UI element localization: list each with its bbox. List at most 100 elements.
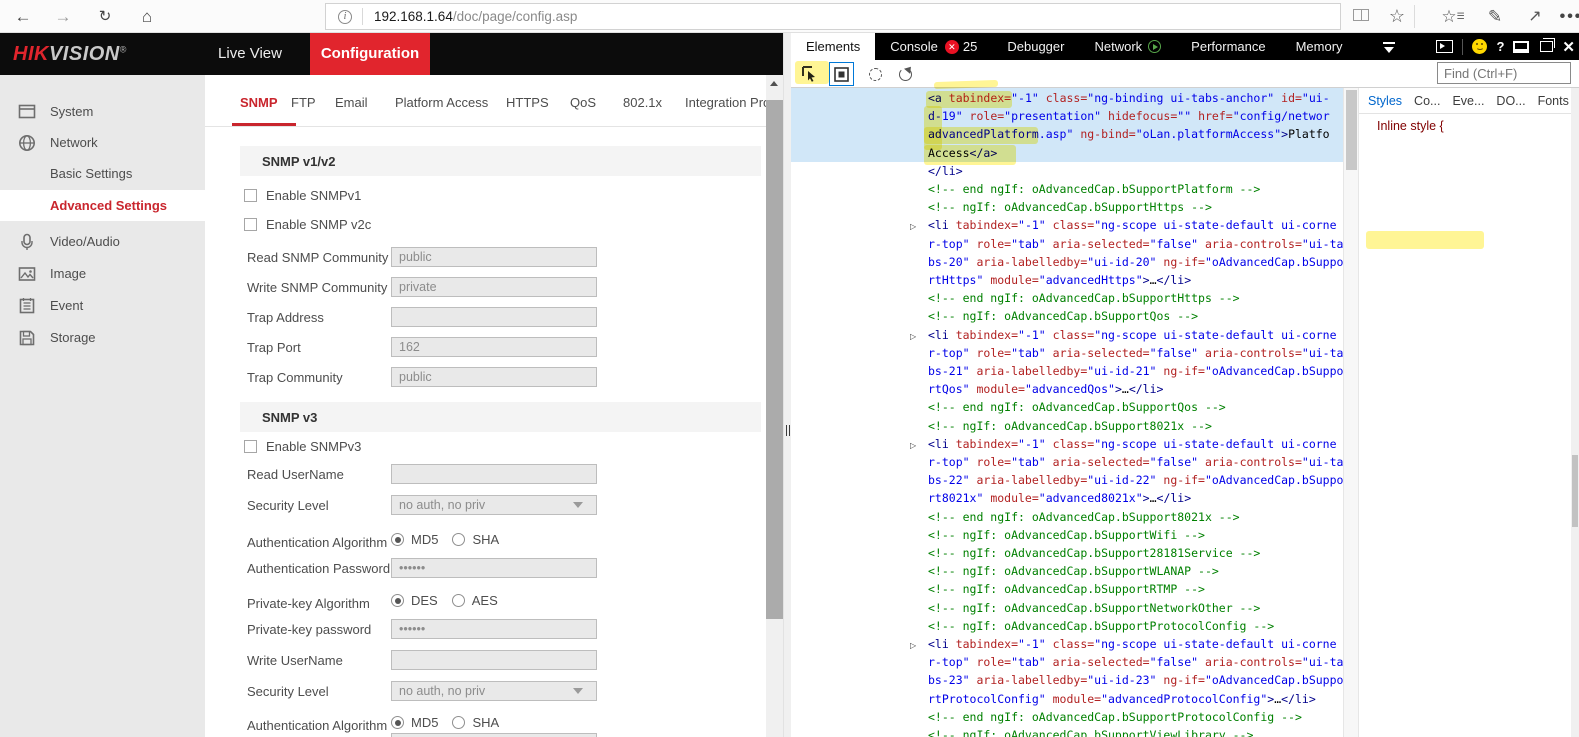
styles-scrollbar-thumb[interactable]	[1572, 455, 1578, 527]
tab-email[interactable]: Email	[335, 95, 368, 110]
devtools-tab-console[interactable]: Console✕25	[875, 33, 992, 60]
console-drawer-icon[interactable]	[1436, 40, 1453, 53]
checkbox[interactable]	[244, 440, 257, 453]
dom-node-line[interactable]: r-top" role="tab" aria-selected="false" …	[928, 346, 1342, 364]
dom-node-line[interactable]: <!-- ngIf: oAdvancedCap.bSupportNetworkO…	[928, 601, 1342, 619]
tab-ftp[interactable]: FTP	[291, 95, 316, 110]
text-input[interactable]	[391, 733, 597, 737]
styles-tab-do[interactable]: DO...	[1496, 94, 1525, 108]
dom-node-line[interactable]: bs-20" aria-labelledby="ui-id-20" ng-if=…	[928, 255, 1342, 273]
dom-node-line[interactable]: Access</a>	[928, 146, 1342, 164]
tab-802-1x[interactable]: 802.1x	[623, 95, 662, 110]
sidebar-item-basic-settings[interactable]: Basic Settings	[0, 158, 205, 189]
tab-integration-pro[interactable]: Integration Pro	[685, 95, 770, 110]
dom-node-line[interactable]: <!-- ngIf: oAdvancedCap.bSupportHttps --…	[928, 200, 1342, 218]
dom-node-line[interactable]: <li tabindex="-1" class="ng-scope ui-sta…	[928, 218, 1342, 236]
radio-des[interactable]	[391, 594, 404, 607]
dom-node-line[interactable]: r-top" role="tab" aria-selected="false" …	[928, 237, 1342, 255]
dom-node-line[interactable]: d-19" role="presentation" hidefocus="" h…	[928, 109, 1342, 127]
radio-md5[interactable]	[391, 716, 404, 729]
sidebar-item-image[interactable]: Image	[0, 258, 205, 289]
dom-node-line[interactable]: <!-- ngIf: oAdvancedCap.bSupportWLANAP -…	[928, 564, 1342, 582]
dom-node-line[interactable]: <!-- end ngIf: oAdvancedCap.bSupport8021…	[928, 510, 1342, 528]
expand-arrow-icon[interactable]: ▷	[910, 328, 924, 346]
styles-tab-styles[interactable]: Styles	[1368, 94, 1402, 108]
tab-platform-access[interactable]: Platform Access	[395, 95, 488, 110]
page-scrollbar[interactable]	[766, 75, 783, 737]
dom-node-line[interactable]: <!-- ngIf: oAdvancedCap.bSupport8021x --…	[928, 419, 1342, 437]
radio-sha[interactable]	[452, 533, 465, 546]
dom-node-line[interactable]: rtQos" module="advancedQos">…</li>	[928, 382, 1342, 400]
text-input[interactable]	[391, 650, 597, 670]
styles-tab-co[interactable]: Co...	[1414, 94, 1440, 108]
dom-node-line[interactable]: <!-- end ngIf: oAdvancedCap.bSupportHttp…	[928, 291, 1342, 309]
sidebar-item-advanced-settings[interactable]: Advanced Settings	[0, 190, 205, 221]
dom-node-line[interactable]: <li tabindex="-1" class="ng-scope ui-sta…	[928, 437, 1342, 455]
elements-scrollbar-thumb[interactable]	[1346, 90, 1357, 170]
undock-icon[interactable]	[1540, 41, 1553, 52]
text-input[interactable]	[391, 277, 597, 297]
radio-md5[interactable]	[391, 533, 404, 546]
sidebar-item-network[interactable]: Network	[0, 127, 205, 158]
styles-tab-eve[interactable]: Eve...	[1452, 94, 1484, 108]
dom-node-line[interactable]: <!-- ngIf: oAdvancedCap.bSupportViewLibr…	[928, 728, 1342, 737]
element-state-icon[interactable]	[893, 62, 918, 86]
close-icon[interactable]: ✕	[1562, 38, 1575, 56]
dom-node-line[interactable]: bs-22" aria-labelledby="ui-id-22" ng-if=…	[928, 473, 1342, 491]
select-input[interactable]: no auth, no priv	[391, 681, 597, 701]
dom-node-line[interactable]: rt8021x" module="advanced8021x">…</li>	[928, 491, 1342, 509]
text-input[interactable]	[391, 619, 597, 639]
dashed-circle-icon[interactable]	[863, 62, 888, 86]
back-icon[interactable]: ←	[8, 4, 38, 29]
devtools-splitter[interactable]	[783, 33, 791, 737]
web-note-pen-icon[interactable]: ✎	[1480, 3, 1510, 30]
select-element-icon[interactable]	[797, 62, 822, 86]
sidebar-item-storage[interactable]: Storage	[0, 322, 205, 353]
reading-view-icon[interactable]	[1346, 3, 1376, 30]
sidebar-item-video-audio[interactable]: Video/Audio	[0, 226, 205, 257]
sidebar-item-event[interactable]: Event	[0, 290, 205, 321]
text-input[interactable]	[391, 367, 597, 387]
devtools-tab-debugger[interactable]: Debugger	[992, 33, 1079, 60]
address-bar[interactable]: i 192.168.1.64/doc/page/config.asp	[325, 3, 1341, 30]
page-scrollbar-thumb[interactable]	[766, 100, 783, 619]
rule-selector[interactable]: Inline style {	[1367, 118, 1567, 136]
expand-arrow-icon[interactable]: ▷	[910, 437, 924, 455]
text-input[interactable]	[391, 558, 597, 578]
forward-icon[interactable]: →	[48, 4, 78, 29]
tab-configuration[interactable]: Configuration	[310, 33, 430, 75]
text-input[interactable]	[391, 464, 597, 484]
radio-sha[interactable]	[452, 716, 465, 729]
dom-node-line[interactable]: <li tabindex="-1" class="ng-scope ui-sta…	[928, 328, 1342, 346]
styles-tab-fonts[interactable]: Fonts	[1538, 94, 1569, 108]
text-input[interactable]	[391, 247, 597, 267]
dom-node-line[interactable]: <!-- end ngIf: oAdvancedCap.bSupportProt…	[928, 710, 1342, 728]
site-info-icon[interactable]: i	[338, 10, 352, 24]
checkbox[interactable]	[244, 189, 257, 202]
radio-aes[interactable]	[452, 594, 465, 607]
tab-https[interactable]: HTTPS	[506, 95, 549, 110]
devtools-tab-elements[interactable]: Elements	[791, 33, 875, 60]
dom-node-line[interactable]: <!-- end ngIf: oAdvancedCap.bSupportPlat…	[928, 182, 1342, 200]
scroll-up-icon[interactable]	[770, 81, 778, 86]
dom-node-line[interactable]: r-top" role="tab" aria-selected="false" …	[928, 655, 1342, 673]
refresh-icon[interactable]: ↻	[90, 4, 120, 29]
dock-icon[interactable]	[1513, 41, 1529, 53]
dom-node-line[interactable]: bs-21" aria-labelledby="ui-id-21" ng-if=…	[928, 364, 1342, 382]
styles-scrollbar[interactable]	[1571, 88, 1579, 737]
tab-live-view[interactable]: Live View	[205, 33, 295, 75]
splitter-grip-icon[interactable]	[786, 425, 790, 436]
text-input[interactable]	[391, 337, 597, 357]
dom-node-line[interactable]: <a tabindex="-1" class="ng-binding ui-ta…	[928, 91, 1342, 109]
dom-node-line[interactable]: bs-23" aria-labelledby="ui-id-23" ng-if=…	[928, 673, 1342, 691]
share-icon[interactable]: ↗	[1520, 3, 1550, 30]
highlight-element-icon[interactable]	[829, 62, 854, 86]
expand-arrow-icon[interactable]: ▷	[910, 218, 924, 236]
dom-node-line[interactable]: rtProtocolConfig" module="advancedProtoc…	[928, 692, 1342, 710]
hub-icon[interactable]: ☆☰	[1438, 3, 1468, 30]
elements-scrollbar[interactable]	[1343, 88, 1359, 737]
dom-node-line[interactable]: </li>	[928, 164, 1342, 182]
dom-node-line[interactable]: <!-- ngIf: oAdvancedCap.bSupportQos -->	[928, 309, 1342, 327]
dom-node-line[interactable]: <!-- ngIf: oAdvancedCap.bSupport28181Ser…	[928, 546, 1342, 564]
help-icon[interactable]: ?	[1496, 39, 1504, 54]
